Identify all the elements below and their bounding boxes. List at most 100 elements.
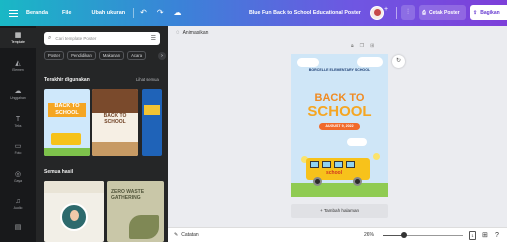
notes-label: Catatan: [181, 232, 199, 238]
rail-item-text[interactable]: T Teks: [0, 112, 36, 132]
bus-wheel: [313, 177, 322, 186]
bus-window: [346, 161, 355, 168]
help-icon[interactable]: ?: [495, 231, 499, 240]
duplicate-icon[interactable]: ❐: [360, 43, 364, 49]
bus-wheel: [353, 177, 362, 186]
document-title[interactable]: Blue Fun Back to School Educational Post…: [249, 10, 361, 16]
add-page-button[interactable]: + Tambah halaman: [291, 204, 388, 218]
template-panel: ⌕ ☰ Poster Pendidikan Makanan Acara › Te…: [36, 26, 168, 242]
animate-icon: ◌: [176, 30, 180, 36]
rail-item-audio[interactable]: ♫ Audio: [0, 194, 36, 214]
recent-title: Terakhir digunakan: [44, 77, 90, 83]
notes-icon: ✎: [174, 232, 179, 238]
template-thumb[interactable]: [44, 181, 104, 242]
rail-label: Foto: [14, 151, 22, 155]
audio-icon: ♫: [15, 198, 21, 205]
search-input[interactable]: [55, 36, 147, 41]
portrait-image: [60, 203, 88, 231]
search-box[interactable]: ⌕ ☰: [44, 32, 160, 45]
poster-headline-2[interactable]: SCHOOL: [291, 104, 388, 119]
chip-poster[interactable]: Poster: [44, 51, 65, 60]
cloud-saved-icon[interactable]: ☁: [174, 9, 182, 17]
more-icon: ▤: [14, 224, 22, 231]
page-count-button[interactable]: 1: [469, 231, 476, 240]
flower-shape: [373, 153, 380, 160]
chip-event[interactable]: Acara: [127, 51, 147, 60]
rail-item-elements[interactable]: ◭ Elemen: [0, 56, 36, 76]
chip-food[interactable]: Makanan: [98, 51, 125, 60]
menu-icon[interactable]: [9, 9, 18, 17]
template-thumb[interactable]: BACK TO SCHOOL: [44, 89, 90, 156]
photo-icon: ▭: [14, 143, 22, 150]
rail-item-photo[interactable]: ▭ Foto: [0, 139, 36, 159]
resize-menu[interactable]: Ubah ukuran: [92, 10, 126, 16]
rail-label: Gaya: [13, 179, 23, 183]
upload-icon: ☁: [14, 88, 22, 95]
rail-item-upload[interactable]: ☁ Unggahan: [0, 84, 36, 104]
plus-icon[interactable]: +: [384, 6, 388, 13]
thumb-band: [144, 105, 160, 115]
elements-icon: ◭: [15, 60, 21, 67]
filter-icon[interactable]: ☰: [151, 35, 156, 42]
text-icon: T: [15, 116, 21, 123]
home-link[interactable]: Beranda: [26, 10, 48, 16]
print-icon: ⎙: [422, 9, 427, 16]
grass-illustration: [291, 183, 388, 197]
bus-window: [322, 161, 331, 168]
bus-illustration: [51, 133, 81, 145]
file-menu[interactable]: File: [62, 10, 71, 16]
notes-button[interactable]: ✎ Catatan: [174, 232, 199, 238]
footer-image: [92, 142, 138, 156]
undo-icon[interactable]: ↶: [140, 9, 147, 17]
poster-org[interactable]: BORCELLE ELEMENTARY SCHOOL: [291, 68, 388, 72]
bottom-bar: ✎ Catatan 26% 1 ⊞ ?: [168, 227, 507, 242]
left-rail: ▦ Template ◭ Elemen ☁ Unggahan T Teks ▭ …: [0, 26, 36, 242]
template-thumb[interactable]: BACK TO SCHOOL: [92, 89, 138, 156]
grass-illustration: [44, 148, 90, 156]
divider: [396, 7, 397, 19]
rail-item-styles[interactable]: ◎ Gaya: [0, 167, 36, 187]
avatar[interactable]: [370, 6, 384, 20]
top-bar: Beranda File Ubah ukuran ↶ ↷ ☁ Blue Fun …: [0, 0, 507, 26]
poster-date[interactable]: AUGUST 9, 2022: [319, 123, 360, 130]
see-all-link[interactable]: Lihat semua: [136, 77, 159, 82]
search-icon: ⌕: [48, 35, 52, 41]
poster-page[interactable]: BORCELLE ELEMENTARY SCHOOL BACK TO SCHOO…: [291, 54, 388, 197]
template-thumb[interactable]: [142, 89, 162, 156]
thumb-line: SCHOOL: [104, 119, 126, 125]
add-page-icon[interactable]: ⊞: [370, 43, 374, 49]
thumb-title: ZERO WASTE GATHERING: [111, 189, 145, 201]
rail-label: Unggahan: [10, 96, 26, 100]
print-poster-button[interactable]: ⎙ Cetak Poster: [419, 5, 466, 20]
print-poster-label: Cetak Poster: [429, 9, 460, 16]
cloud-shape: [297, 58, 319, 67]
canvas-area: ◌ Animasikan 🔒︎ ❐ ⊞ ↻ BORCELLE ELEMENTAR…: [168, 26, 507, 227]
animate-label: Animasikan: [182, 30, 209, 36]
thumb-line: BACK TO: [54, 103, 80, 109]
chevron-right-icon[interactable]: ›: [158, 52, 166, 60]
rail-item-more[interactable]: ▤: [0, 220, 36, 240]
redo-icon[interactable]: ↷: [157, 9, 164, 17]
bus-window: [310, 161, 319, 168]
rail-label: Audio: [13, 206, 23, 210]
styles-icon: ◎: [14, 171, 22, 178]
rail-label: Teks: [14, 124, 22, 128]
rail-label: Elemen: [12, 68, 24, 72]
template-thumb[interactable]: ZERO WASTE GATHERING: [107, 181, 164, 242]
zoom-slider-knob[interactable]: [401, 232, 407, 238]
grid-view-icon[interactable]: ⊞: [482, 231, 488, 240]
chip-education[interactable]: Pendidikan: [67, 51, 96, 60]
share-icon: ⇪: [473, 9, 478, 16]
leaf-illustration: [129, 215, 159, 239]
lock-icon[interactable]: 🔒︎: [351, 43, 354, 49]
share-button[interactable]: ⇪ Bagikan: [470, 5, 507, 20]
zoom-slider[interactable]: [383, 232, 463, 238]
rail-item-template[interactable]: ▦ Template: [0, 28, 36, 48]
thumb-title: BACK TO SCHOOL: [97, 113, 133, 125]
cloud-shape: [357, 57, 383, 67]
category-chips: Poster Pendidikan Makanan Acara: [44, 51, 147, 60]
animate-button[interactable]: ◌ Animasikan: [176, 30, 208, 36]
all-results-title: Semua hasil: [44, 169, 74, 175]
refresh-icon[interactable]: ↻: [392, 55, 405, 68]
chart-icon[interactable]: ⫶: [401, 5, 415, 20]
